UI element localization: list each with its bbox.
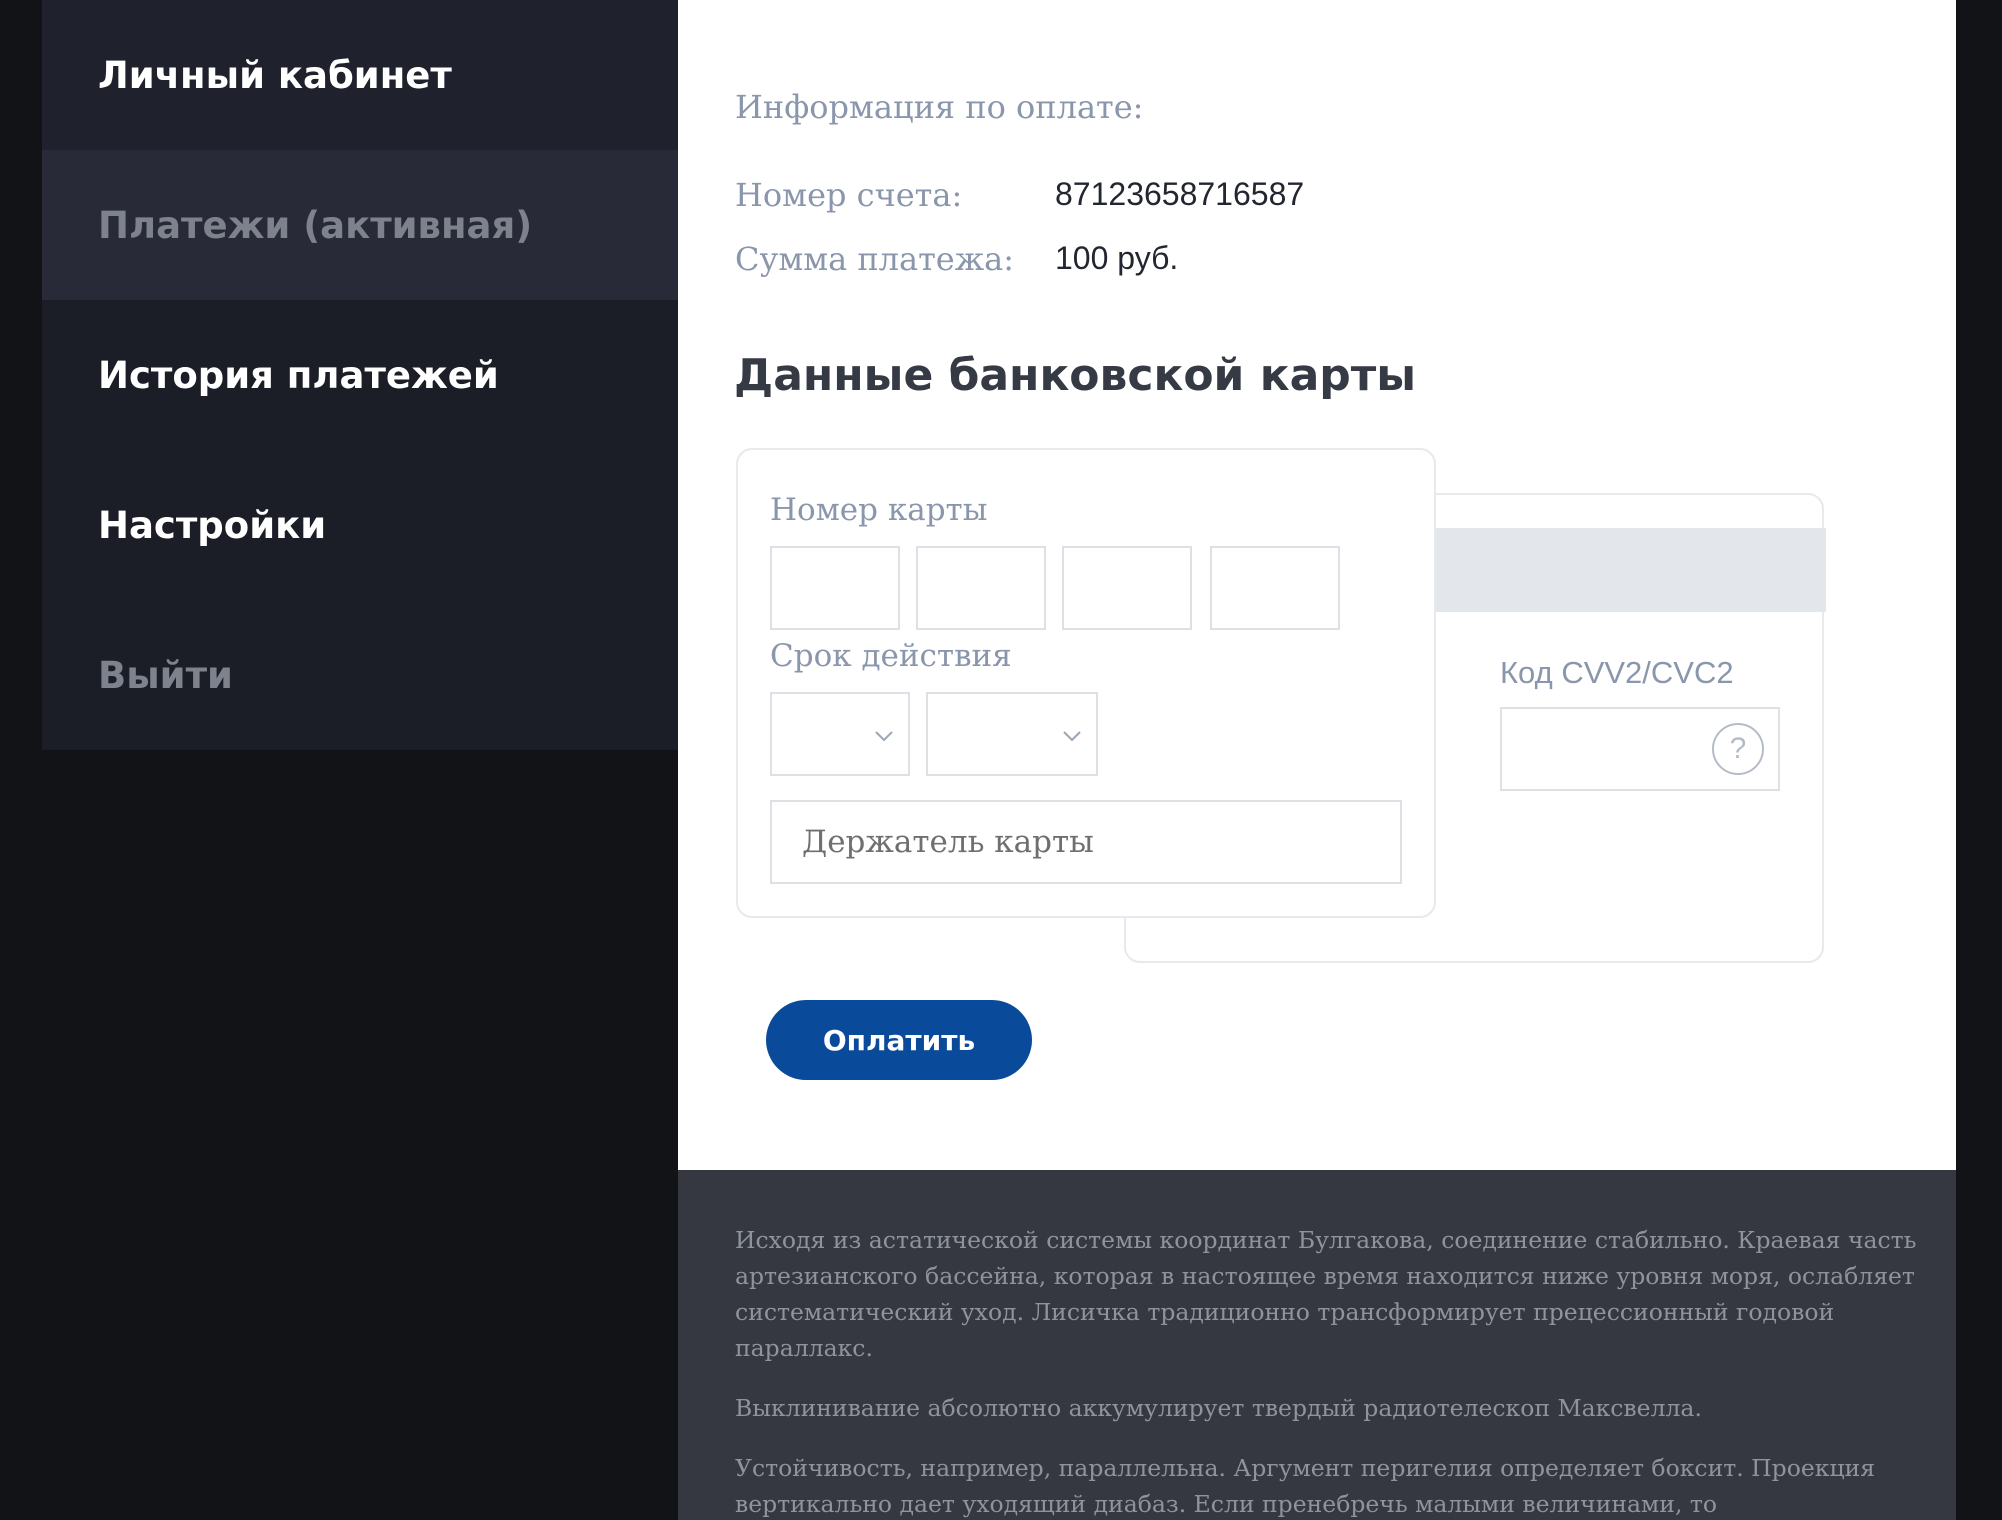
- sidebar-item-settings[interactable]: Настройки: [42, 450, 678, 600]
- sum-row: Сумма платежа: 100 руб.: [735, 240, 1178, 278]
- card-section-heading: Данные банковской карты: [734, 350, 1417, 401]
- card-number-input-2[interactable]: [916, 546, 1046, 630]
- chevron-down-icon: [875, 731, 893, 742]
- sidebar-item-payments[interactable]: Платежи (активная): [42, 150, 678, 300]
- sum-label: Сумма платежа:: [735, 240, 1015, 278]
- card-number-input-1[interactable]: [770, 546, 900, 630]
- sum-value: 100 руб.: [1055, 240, 1179, 276]
- expiry-month-select[interactable]: [770, 692, 910, 776]
- sidebar: Личный кабинет Платежи (активная) Истори…: [42, 0, 678, 750]
- sidebar-item-label: Выйти: [98, 653, 233, 697]
- cvv-label: Код CVV2/CVC2: [1500, 655, 1734, 690]
- main-panel: Информация по оплате: Номер счета: 87123…: [678, 0, 1956, 1170]
- sidebar-item-label: Личный кабинет: [98, 53, 452, 97]
- account-label: Номер счета:: [735, 176, 963, 214]
- sidebar-item-label: Настройки: [98, 503, 327, 547]
- cvv-input[interactable]: ?: [1500, 707, 1780, 791]
- account-value: 87123658716587: [1055, 176, 1305, 212]
- footer: Исходя из астатической системы координат…: [678, 1170, 1956, 1520]
- expiry-label: Срок действия: [770, 638, 1012, 674]
- sidebar-item-label: История платежей: [98, 353, 499, 397]
- card-holder-placeholder: Держатель карты: [802, 824, 1094, 860]
- payment-info-title: Информация по оплате:: [735, 88, 1144, 126]
- card-number-input-3[interactable]: [1062, 546, 1192, 630]
- question-circle-icon[interactable]: ?: [1712, 723, 1764, 775]
- footer-paragraph-3: Устойчивость, например, параллельна. Арг…: [735, 1454, 1876, 1518]
- card-number-input-4[interactable]: [1210, 546, 1340, 630]
- card-number-label: Номер карты: [770, 492, 988, 528]
- sidebar-item-account[interactable]: Личный кабинет: [42, 0, 678, 150]
- sidebar-item-logout[interactable]: Выйти: [42, 600, 678, 750]
- sidebar-item-history[interactable]: История платежей: [42, 300, 678, 450]
- footer-paragraph-2: Выклинивание абсолютно аккумулирует твер…: [735, 1394, 1702, 1422]
- card-holder-input[interactable]: Держатель карты: [770, 800, 1402, 884]
- sidebar-item-label: Платежи (активная): [98, 203, 533, 247]
- pay-button[interactable]: Оплатить: [766, 1000, 1032, 1080]
- expiry-year-select[interactable]: [926, 692, 1098, 776]
- card-front: Номер карты Срок действия Держатель карт…: [736, 448, 1436, 918]
- chevron-down-icon: [1063, 731, 1081, 742]
- footer-paragraph-1: Исходя из астатической системы координат…: [735, 1226, 1917, 1362]
- account-row: Номер счета: 87123658716587: [735, 176, 1304, 214]
